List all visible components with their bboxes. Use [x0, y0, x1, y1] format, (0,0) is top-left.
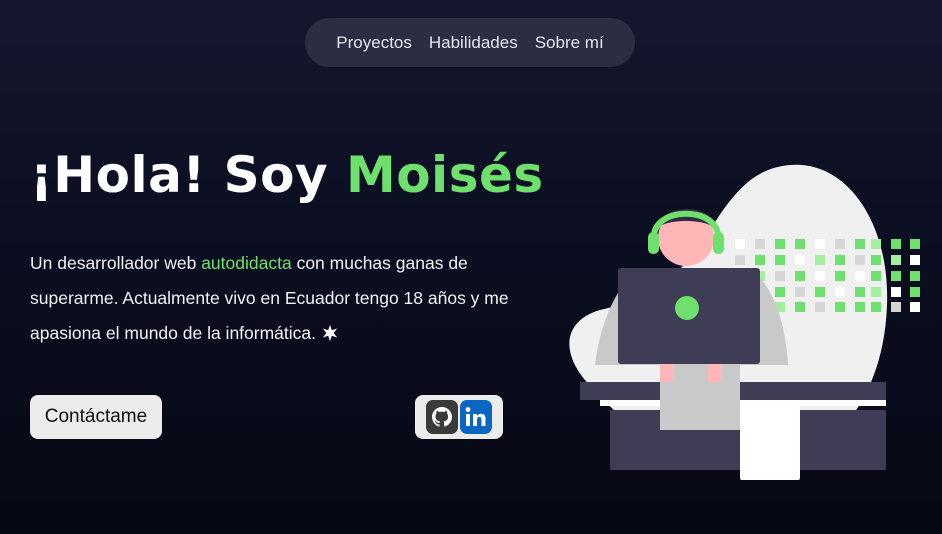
nav-link-habilidades[interactable]: Habilidades [429, 33, 518, 53]
chair [740, 403, 800, 480]
hero-intro: Un desarrollador web autodidacta con muc… [30, 246, 520, 351]
social-links [415, 395, 503, 439]
linkedin-icon [465, 407, 486, 426]
main-nav: Proyectos Habilidades Sobre mí [305, 18, 635, 67]
intro-highlight: autodidacta [201, 253, 292, 273]
github-link[interactable] [426, 400, 458, 434]
linkedin-link[interactable] [460, 400, 492, 434]
hero-title-prefix: ¡Hola! Soy [30, 146, 346, 204]
intro-before: Un desarrollador web [30, 253, 202, 273]
nav-link-proyectos[interactable]: Proyectos [336, 33, 412, 53]
hero-title-name: Moisés [345, 146, 544, 204]
nav-link-sobre-mi[interactable]: Sobre mí [535, 33, 604, 53]
hero-title: ¡Hola! Soy Moisés [30, 146, 544, 204]
github-icon [432, 407, 452, 427]
contact-button[interactable]: Contáctame [30, 395, 162, 439]
developer-illustration [569, 164, 920, 480]
sparkle-icon [322, 324, 338, 342]
laptop-logo [675, 296, 699, 320]
